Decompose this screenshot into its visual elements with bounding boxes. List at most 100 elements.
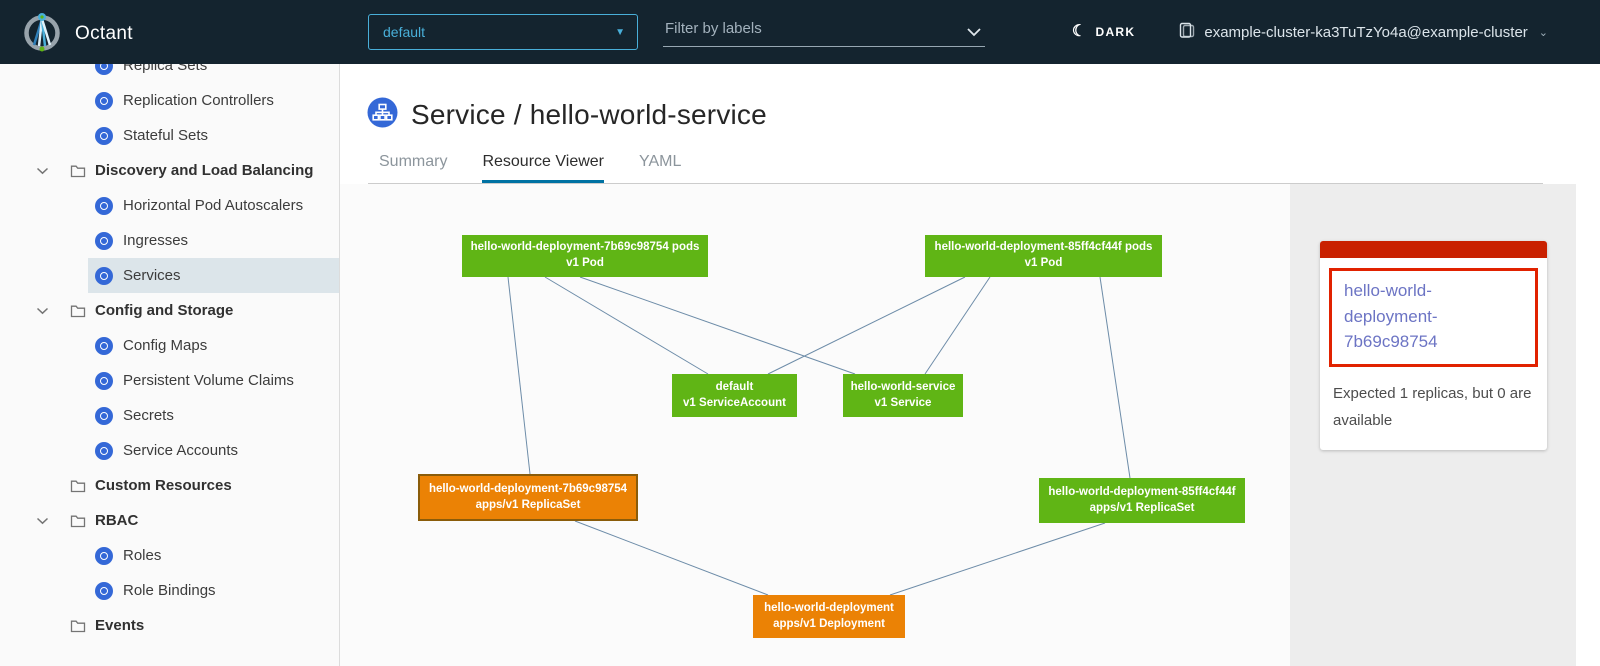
dark-label: DARK [1095,25,1135,39]
sidebar-nav-list: Replica Sets Replication Controllers State… [0,64,339,643]
graph-node-replicaset-85ff4cf44f[interactable]: hello-world-deployment-85ff4cf44fapps/v1… [1039,478,1245,523]
tab-resource-viewer[interactable]: Resource Viewer [482,152,604,183]
service-resource-icon [367,97,398,133]
node-sublabel: apps/v1 ReplicaSet [476,498,581,514]
resource-icon [95,64,113,75]
cluster-context-label: example-cluster-ka3TuTzYo4a@example-clus… [1204,24,1527,41]
node-label: hello-world-deployment-7b69c98754 pods [471,240,700,256]
sidebar-item-label: Roles [123,547,161,564]
dark-theme-toggle[interactable]: ☾ DARK [1072,24,1136,40]
sidebar-item-service-accounts[interactable]: Service Accounts [88,433,339,468]
header-right-group: ☾ DARK example-cluster-ka3TuTzYo4a@examp… [1072,0,1548,64]
sidebar-item-role-bindings[interactable]: Role Bindings [88,573,339,608]
namespace-select[interactable]: default ▼ [368,14,638,50]
resource-icon [95,442,113,460]
chevron-down-icon[interactable] [36,517,49,525]
folder-icon [70,304,86,318]
node-sublabel: v1 Pod [1025,256,1063,272]
sidebar-item-custom-resources[interactable]: Custom Resources [0,468,339,503]
resource-icon [95,92,113,110]
cluster-context-selector[interactable]: example-cluster-ka3TuTzYo4a@example-clus… [1179,22,1548,43]
sidebar-item-roles[interactable]: Roles [88,538,339,573]
node-label: hello-world-service [851,380,956,396]
resource-icon [95,407,113,425]
node-sublabel: v1 Pod [566,256,604,272]
sidebar-item-label: Stateful Sets [123,127,208,144]
node-sublabel: apps/v1 ReplicaSet [1090,501,1195,517]
page-head: Service / hello-world-service [367,97,767,133]
sidebar-item-label: Secrets [123,407,174,424]
caret-down-icon: ▼ [615,27,625,38]
resource-icon [95,372,113,390]
sidebar-item-label: Events [95,617,144,634]
folder-icon [70,514,86,528]
filter-by-labels-input[interactable] [663,16,985,47]
sidebar-item-label: RBAC [95,512,138,529]
sidebar-item-ingresses[interactable]: Ingresses [88,223,339,258]
resource-icon [95,232,113,250]
sidebar-item-label: Persistent Volume Claims [123,372,294,389]
node-label: default [716,380,754,396]
node-status-message: Expected 1 replicas, but 0 are available [1333,380,1537,434]
error-status-bar [1320,241,1547,258]
graph-node-deployment-hello-world-deployment[interactable]: hello-world-deploymentapps/v1 Deployment [753,595,905,638]
sidebar: Replica Sets Replication Controllers State… [0,64,340,666]
cluster-icon [1179,22,1195,43]
folder-icon [70,619,86,633]
sidebar-item-replication-controllers[interactable]: Replication Controllers [88,83,339,118]
graph-node-pod-85ff4cf44f[interactable]: hello-world-deployment-85ff4cf44f podsv1… [925,235,1162,277]
resource-icon [95,337,113,355]
tab-summary[interactable]: Summary [379,152,447,183]
namespace-value: default [383,24,425,40]
chevron-down-icon[interactable] [966,24,982,42]
graph-node-replicaset-7b69c98754[interactable]: hello-world-deployment-7b69c98754apps/v1… [418,474,638,521]
sidebar-item-label: Discovery and Load Balancing [95,162,313,179]
sidebar-item-horizontal-pod-autoscalers[interactable]: Horizontal Pod Autoscalers [88,188,339,223]
sidebar-item-label: Role Bindings [123,582,216,599]
node-alert-box: hello-world-deployment-7b69c98754 [1329,268,1538,367]
node-label: hello-world-deployment-7b69c98754 [429,482,627,498]
app-title: Octant [75,23,133,45]
right-gutter [1576,184,1600,666]
graph-node-serviceaccount-default[interactable]: defaultv1 ServiceAccount [672,374,797,417]
sidebar-item-label: Replication Controllers [123,92,274,109]
sidebar-item-config-and-storage[interactable]: Config and Storage [0,293,339,328]
sidebar-item-discovery-and-load-balancing[interactable]: Discovery and Load Balancing [0,153,339,188]
sidebar-item-rbac[interactable]: RBAC [0,503,339,538]
node-sublabel: v1 ServiceAccount [683,396,786,412]
sidebar-item-replica-sets[interactable]: Replica Sets [88,64,339,83]
resource-icon [95,547,113,565]
node-label: hello-world-deployment-85ff4cf44f [1048,485,1235,501]
node-label: hello-world-deployment-85ff4cf44f pods [935,240,1153,256]
folder-icon [70,479,86,493]
sidebar-item-secrets[interactable]: Secrets [88,398,339,433]
moon-icon: ☾ [1072,24,1088,40]
node-label: hello-world-deployment [764,601,894,617]
chevron-down-icon: ⌄ [1539,26,1548,39]
resource-icon [95,267,113,285]
node-detail-link[interactable]: hello-world-deployment-7b69c98754 [1344,278,1509,355]
sidebar-item-config-maps[interactable]: Config Maps [88,328,339,363]
graph-node-service-hello-world-service[interactable]: hello-world-servicev1 Service [843,374,963,417]
main-content: Service / hello-world-service Summary Res… [340,64,1600,666]
sidebar-item-events[interactable]: Events [0,608,339,643]
sidebar-item-label: Replica Sets [123,64,207,74]
sidebar-item-label: Config Maps [123,337,207,354]
sidebar-item-persistent-volume-claims[interactable]: Persistent Volume Claims [88,363,339,398]
chevron-down-icon[interactable] [36,307,49,315]
sidebar-item-label: Service Accounts [123,442,238,459]
sidebar-item-label: Services [123,267,181,284]
app-brand[interactable]: Octant [22,9,133,58]
resource-icon [95,197,113,215]
sidebar-item-services[interactable]: Services [88,258,339,293]
resource-icon [95,582,113,600]
app-header: Octant default ▼ ☾ DARK example-cluster-… [0,0,1600,64]
tab-yaml[interactable]: YAML [639,152,681,183]
chevron-down-icon[interactable] [36,167,49,175]
sidebar-item-label: Custom Resources [95,477,232,494]
sidebar-item-stateful-sets[interactable]: Stateful Sets [88,118,339,153]
resource-icon [95,127,113,145]
graph-node-pod-7b69c98754[interactable]: hello-world-deployment-7b69c98754 podsv1… [462,235,708,277]
resource-viewer: hello-world-deployment-7b69c98754 podsv1… [340,184,1600,666]
resource-graph-canvas: hello-world-deployment-7b69c98754 podsv1… [340,184,1290,666]
